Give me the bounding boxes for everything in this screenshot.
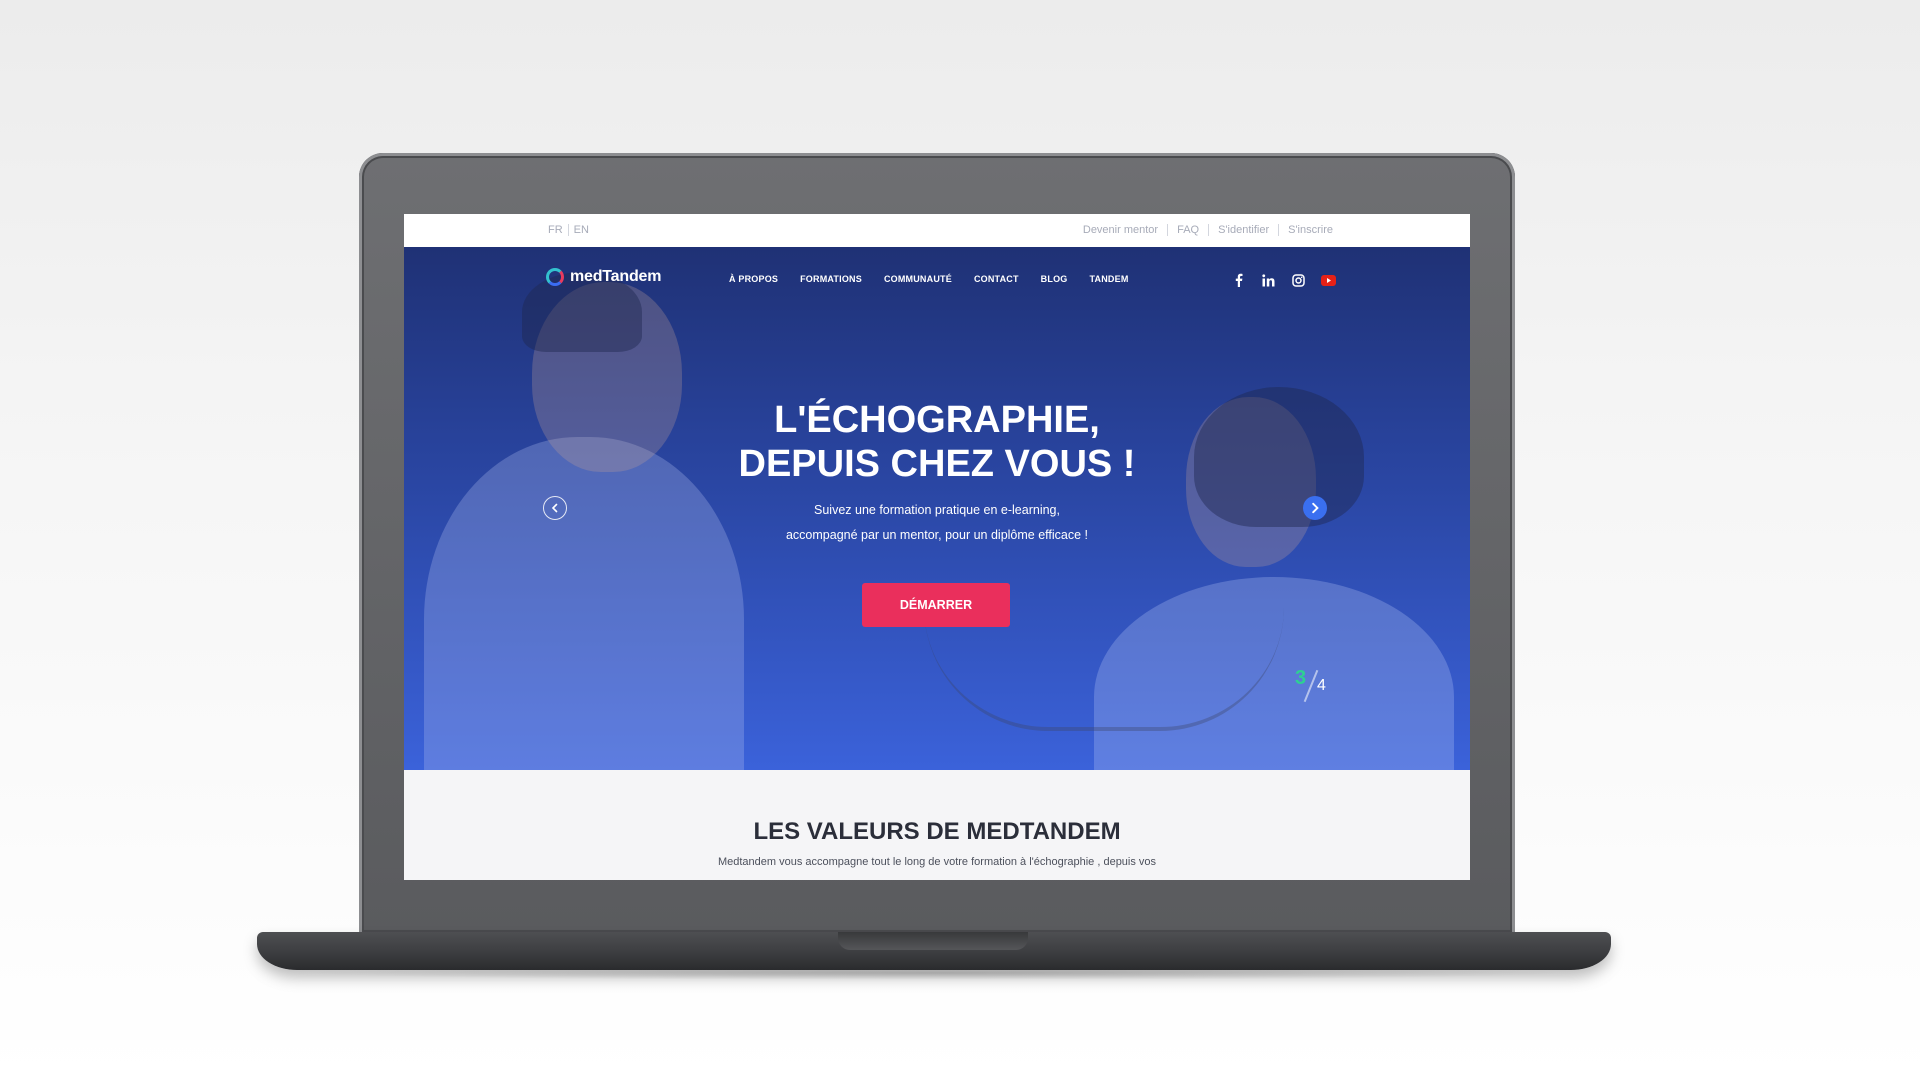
chevron-left-icon — [551, 503, 558, 513]
logo-text: medTandem — [570, 268, 662, 285]
language-en[interactable]: EN — [567, 224, 594, 236]
language-switcher: FR EN — [543, 224, 594, 236]
site-logo[interactable]: medTandem — [546, 268, 661, 286]
social-links — [1230, 272, 1336, 288]
faq-link[interactable]: FAQ — [1167, 224, 1208, 236]
signup-link[interactable]: S'inscrire — [1278, 224, 1342, 236]
facebook-icon[interactable] — [1230, 272, 1246, 288]
values-section-text: Medtandem vous accompagne tout le long d… — [717, 856, 1157, 868]
become-mentor-link[interactable]: Devenir mentor — [1074, 224, 1167, 236]
hero-headline-line-2: DEPUIS CHEZ VOUS ! — [738, 443, 1136, 485]
nav-item-contact[interactable]: CONTACT — [974, 274, 1019, 284]
slide-counter: 3 4 — [1295, 667, 1355, 707]
carousel-prev-button[interactable] — [543, 496, 567, 520]
values-section-title: LES VALEURS DE MEDTANDEM — [753, 818, 1121, 845]
main-navigation: medTandem À PROPOS FORMATIONS COMMUNAUTÉ… — [404, 247, 1470, 313]
laptop-opening-notch — [838, 932, 1028, 950]
start-button[interactable]: DÉMARRER — [862, 583, 1010, 627]
carousel-next-button[interactable] — [1303, 496, 1327, 520]
slide-counter-current: 3 — [1295, 667, 1307, 689]
linkedin-icon[interactable] — [1260, 272, 1276, 288]
login-link[interactable]: S'identifier — [1208, 224, 1278, 236]
slide-counter-total: 4 — [1317, 677, 1326, 694]
hero-subtitle-line-2: accompagné par un mentor, pour un diplôm… — [785, 528, 1089, 542]
nav-item-tandem[interactable]: TANDEM — [1089, 274, 1128, 284]
hero-banner: medTandem À PROPOS FORMATIONS COMMUNAUTÉ… — [404, 247, 1470, 770]
chevron-right-icon — [1312, 502, 1319, 514]
nav-item-about[interactable]: À PROPOS — [729, 274, 778, 284]
hero-headline-line-1: L'ÉCHOGRAPHIE, — [774, 399, 1100, 441]
hero-headline: L'ÉCHOGRAPHIE, DEPUIS CHEZ VOUS ! — [404, 398, 1470, 486]
laptop-screen: FR EN Devenir mentor FAQ S'identifier S'… — [404, 214, 1470, 880]
top-utility-bar: FR EN Devenir mentor FAQ S'identifier S'… — [404, 214, 1470, 247]
language-fr[interactable]: FR — [543, 224, 568, 236]
nav-item-blog[interactable]: BLOG — [1041, 274, 1068, 284]
nav-item-trainings[interactable]: FORMATIONS — [800, 274, 862, 284]
nav-menu: À PROPOS FORMATIONS COMMUNAUTÉ CONTACT B… — [729, 274, 1151, 284]
hero-photo-doctor-body — [424, 437, 744, 770]
nav-item-community[interactable]: COMMUNAUTÉ — [884, 274, 952, 284]
account-links: Devenir mentor FAQ S'identifier S'inscri… — [1074, 224, 1342, 236]
youtube-icon[interactable] — [1320, 272, 1336, 288]
logo-icon — [546, 268, 564, 286]
instagram-icon[interactable] — [1290, 272, 1306, 288]
